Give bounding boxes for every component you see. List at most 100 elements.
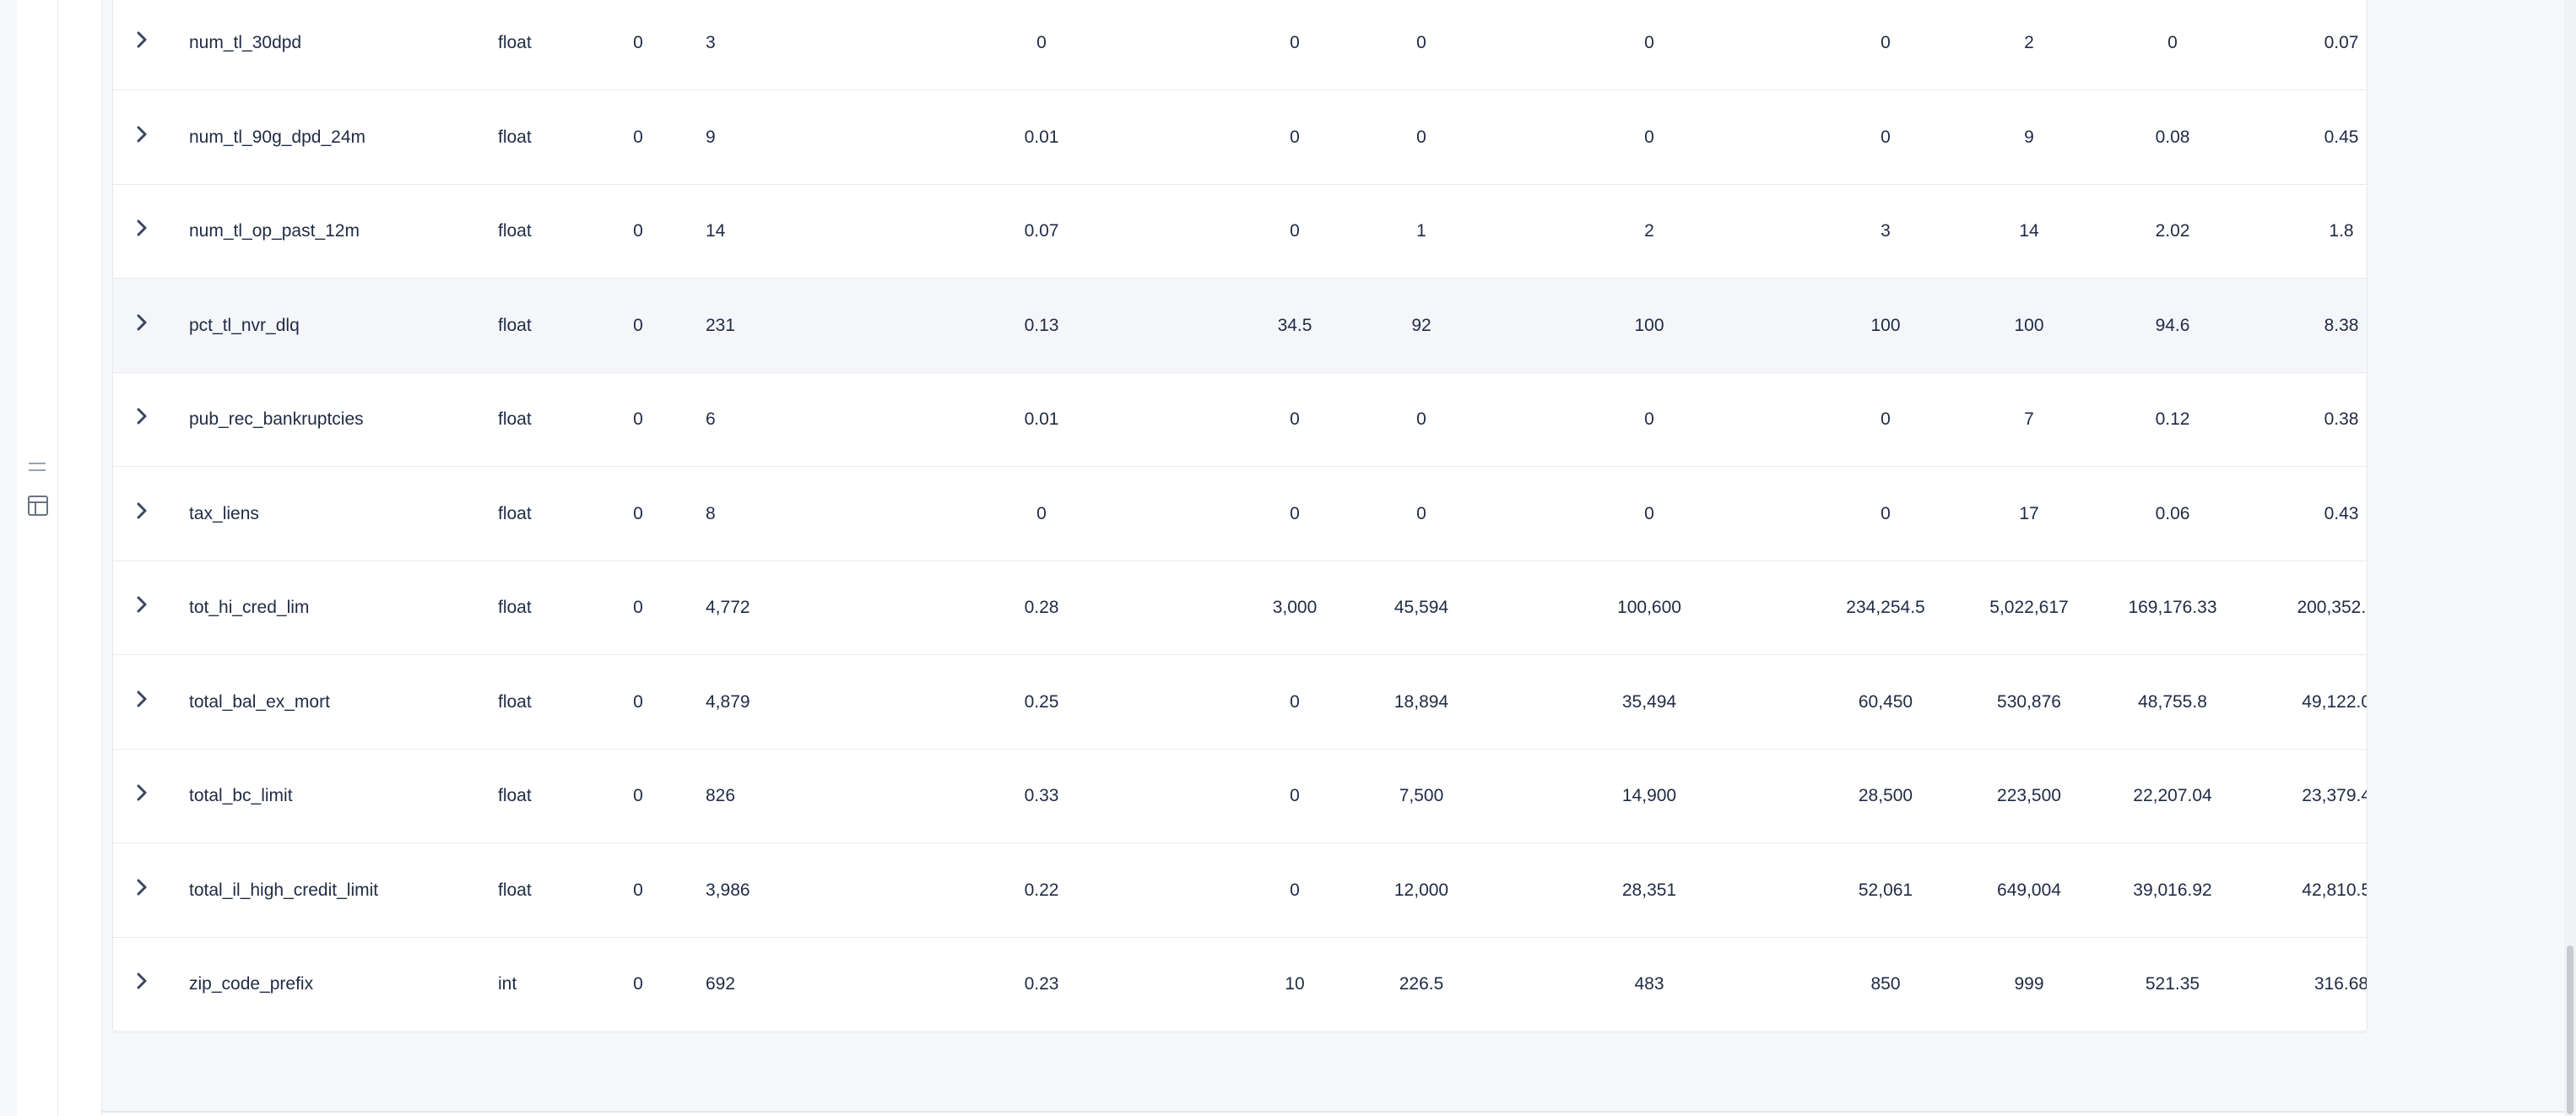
missing-count: 0 (633, 598, 643, 617)
content-panel: num_tl_30dpd float 0 3 0 0 0 0 0 2 0 0.07 num_tl_90g… (101, 0, 2575, 1113)
chevron-right-icon[interactable] (132, 783, 152, 803)
chevron-right-icon[interactable] (132, 30, 152, 50)
stat-value: 530,876 (1997, 691, 2061, 712)
table-row[interactable]: num_tl_90g_dpd_24m float 0 9 0.01 0 0 0 0 9 0.08 0.… (113, 90, 2367, 185)
stat-value: 7,500 (1399, 786, 1444, 805)
stat-value: 28,351 (1621, 880, 1677, 900)
stat-value: 0 (1881, 503, 1891, 523)
stat-value: 2.02 (2155, 221, 2190, 241)
unique-count: 3,986 (706, 880, 750, 900)
column-type: float (498, 880, 532, 900)
chevron-right-icon[interactable] (132, 971, 152, 991)
missing-count: 0 (633, 127, 643, 147)
stat-value: 34.5 (1277, 315, 1312, 335)
stat-value: 14,900 (1621, 786, 1677, 805)
chevron-right-icon[interactable] (132, 689, 152, 709)
column-type: float (498, 33, 532, 52)
stat-value: 100 (1870, 315, 1901, 335)
stat-value: 649,004 (1997, 880, 2061, 900)
menu-lines-icon[interactable] (29, 463, 46, 471)
stat-value: 35,494 (1621, 691, 1677, 712)
chevron-right-icon[interactable] (132, 218, 152, 238)
table-row[interactable]: num_tl_30dpd float 0 3 0 0 0 0 0 2 0 0.07 (113, 0, 2367, 90)
stat-value: 0 (1881, 127, 1891, 147)
unique-count: 6 (706, 409, 716, 429)
stat-value: 92 (1411, 315, 1431, 335)
stat-value: 0 (1881, 33, 1891, 52)
column-name: pub_rec_bankruptcies (189, 409, 364, 429)
stat-value: 0.43 (2324, 503, 2359, 523)
column-stats-table: num_tl_30dpd float 0 3 0 0 0 0 0 2 0 0.07 num_tl_90g… (112, 0, 2368, 1033)
missing-count: 0 (633, 974, 643, 994)
vertical-scrollbar[interactable] (2564, 0, 2576, 1116)
column-type: float (498, 598, 532, 617)
stat-value: 223,500 (1997, 786, 2061, 805)
column-type: float (498, 786, 532, 805)
stat-value: 14 (2019, 221, 2039, 241)
column-name: total_bal_ex_mort (189, 691, 330, 712)
table-row[interactable]: pub_rec_bankruptcies float 0 6 0.01 0 0 0 0 7 0.12… (113, 372, 2367, 467)
stat-value: 0 (1290, 880, 1300, 900)
table-row[interactable]: total_bal_ex_mort float 0 4,879 0.25 0 18,894 3… (113, 655, 2367, 750)
table-row[interactable]: pct_tl_nvr_dlq float 0 231 0.13 34.5 92 100 100 1… (113, 278, 2367, 373)
stat-value: 28,500 (1858, 786, 1913, 805)
column-type: float (498, 503, 532, 523)
table-row[interactable]: total_il_high_credit_limit float 0 3,986 0.2… (113, 843, 2367, 938)
stat-value: 100,600 (1617, 598, 1681, 617)
chevron-right-icon[interactable] (132, 312, 152, 333)
stat-value: 5,022,617 (1989, 598, 2069, 617)
column-type: float (498, 409, 532, 429)
stat-value: 23,379.49 (2302, 786, 2367, 805)
stat-value: 45,594 (1394, 598, 1449, 617)
stat-value: 17 (2019, 503, 2039, 523)
stat-value: 0.07 (1024, 221, 1059, 241)
table-row[interactable]: num_tl_op_past_12m float 0 14 0.07 0 1 2 3 14 2.02… (113, 184, 2367, 279)
table-row[interactable]: tot_hi_cred_lim float 0 4,772 0.28 3,000 45,59… (113, 561, 2367, 655)
stat-value: 0 (2167, 33, 2178, 52)
stat-value: 0.28 (1024, 598, 1059, 617)
table-row[interactable]: tax_liens float 0 8 0 0 0 0 0 17 0.06 0.43 (113, 467, 2367, 561)
stat-value: 0 (1881, 409, 1891, 429)
column-name: total_il_high_credit_limit (189, 880, 379, 900)
chevron-right-icon[interactable] (132, 594, 152, 615)
chevron-right-icon[interactable] (132, 501, 152, 521)
stat-value: 0 (1416, 33, 1426, 52)
column-type: float (498, 221, 532, 241)
chevron-right-icon[interactable] (132, 124, 152, 144)
stat-value: 226.5 (1399, 974, 1444, 994)
stat-value: 100 (2014, 315, 2044, 335)
stat-value: 18,894 (1394, 691, 1449, 712)
chevron-right-icon[interactable] (132, 406, 152, 426)
stat-value: 2 (2024, 33, 2034, 52)
column-name: tax_liens (189, 503, 259, 523)
stat-value: 49,122.08 (2302, 691, 2367, 712)
stat-value: 9 (2024, 127, 2034, 147)
layout-icon[interactable] (27, 495, 49, 517)
column-name: tot_hi_cred_lim (189, 598, 310, 617)
table-row[interactable]: zip_code_prefix int 0 692 0.23 10 226.5 483 850 9… (113, 937, 2367, 1032)
stat-value: 850 (1870, 974, 1901, 994)
stat-value: 0 (1644, 127, 1654, 147)
stat-value: 0 (1290, 691, 1300, 712)
stat-value: 0.33 (1024, 786, 1059, 805)
chevron-right-icon[interactable] (132, 877, 152, 897)
scrollbar-thumb[interactable] (2567, 945, 2573, 1114)
column-name: num_tl_30dpd (189, 33, 302, 52)
stat-value: 0 (1036, 503, 1047, 523)
stat-value: 0.25 (1024, 691, 1059, 712)
gutter (59, 0, 102, 1116)
stat-value: 0.08 (2155, 127, 2190, 147)
stat-value: 0 (1290, 33, 1300, 52)
table-row[interactable]: total_bc_limit float 0 826 0.33 0 7,500 14,900 2… (113, 749, 2367, 843)
column-name: num_tl_90g_dpd_24m (189, 127, 365, 147)
stat-value: 483 (1634, 974, 1664, 994)
unique-count: 4,772 (706, 598, 750, 617)
column-name: pct_tl_nvr_dlq (189, 315, 300, 335)
missing-count: 0 (633, 880, 643, 900)
stat-value: 0 (1290, 786, 1300, 805)
stat-value: 100 (1634, 315, 1664, 335)
missing-count: 0 (633, 691, 643, 712)
stat-value: 316.68 (2314, 974, 2368, 994)
stat-value: 0 (1644, 33, 1654, 52)
stat-value: 0 (1290, 221, 1300, 241)
